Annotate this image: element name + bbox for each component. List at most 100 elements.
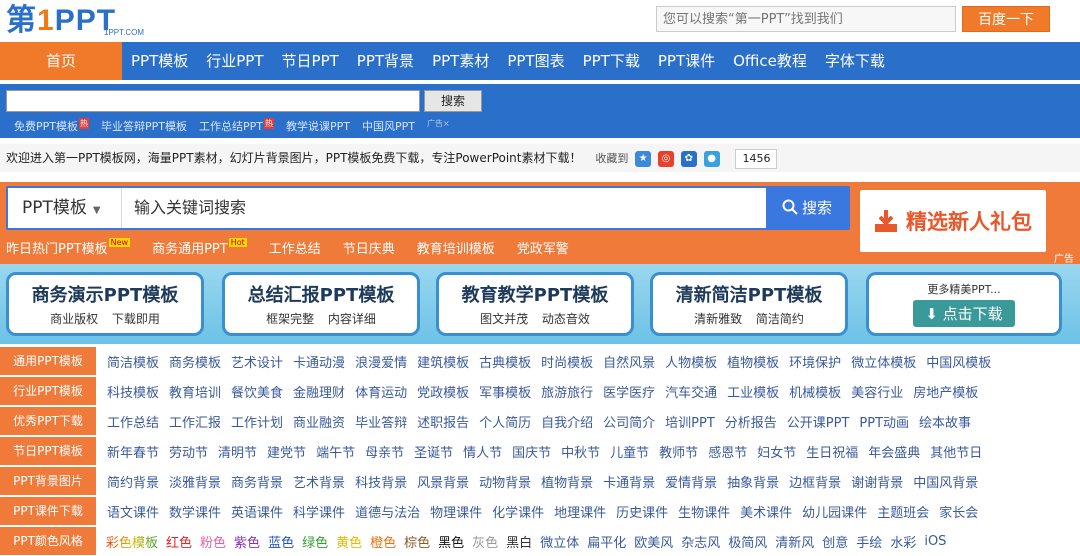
category-link[interactable]: 黑白 [506, 532, 532, 551]
category-link[interactable]: 绿色 [302, 532, 328, 551]
quick-link[interactable]: 中国风PPT [362, 118, 415, 134]
category-link[interactable]: 地理课件 [554, 502, 606, 521]
category-link[interactable]: 微立体 [540, 532, 579, 551]
category-link[interactable]: 毕业答辩 [355, 412, 407, 431]
category-link[interactable]: 自然风景 [603, 352, 655, 371]
banner-card-fresh[interactable]: 清新简洁PPT模板 清新雅致 简洁简约 [650, 272, 848, 336]
category-link[interactable]: 化学课件 [492, 502, 544, 521]
category-link[interactable]: 中国风背景 [913, 472, 978, 491]
category-link[interactable]: 体育运动 [355, 382, 407, 401]
category-link[interactable]: 绘本故事 [919, 412, 971, 431]
category-link[interactable]: 母亲节 [365, 442, 404, 461]
category-link[interactable]: 情人节 [463, 442, 502, 461]
category-link[interactable]: 公开课PPT [787, 412, 850, 431]
category-link[interactable]: 商业融资 [293, 412, 345, 431]
category-link[interactable]: PPT动画 [859, 412, 909, 431]
hot-link[interactable]: 教育培训模板 [417, 238, 495, 257]
category-link[interactable]: 时尚模板 [541, 352, 593, 371]
top-search-input[interactable] [656, 6, 956, 32]
quick-link[interactable]: 工作总结PPT 热 [199, 118, 274, 134]
category-link[interactable]: 灰色 [472, 532, 498, 551]
category-link[interactable]: 动物背景 [479, 472, 531, 491]
hot-link[interactable]: 商务通用PPT Hot [152, 238, 247, 257]
category-link[interactable]: 科技模板 [107, 382, 159, 401]
category-link[interactable]: 建党节 [267, 442, 306, 461]
nav-item[interactable]: 行业PPT [197, 42, 272, 80]
category-label[interactable]: PPT课件下载 [0, 497, 96, 525]
qq-icon[interactable]: ● [703, 150, 720, 167]
category-link[interactable]: 创意 [822, 532, 848, 551]
category-link[interactable]: 新年春节 [107, 442, 159, 461]
main-search-button[interactable]: 搜索 [766, 188, 848, 228]
category-link[interactable]: 教育培训 [169, 382, 221, 401]
category-link[interactable]: 清新风 [775, 532, 814, 551]
category-link[interactable]: 党政模板 [417, 382, 469, 401]
category-link[interactable]: 工作计划 [231, 412, 283, 431]
category-link[interactable]: 国庆节 [512, 442, 551, 461]
category-link[interactable]: 微立体模板 [851, 352, 916, 371]
nav-item[interactable]: Office教程 [724, 42, 816, 80]
category-link[interactable]: 端午节 [316, 442, 355, 461]
category-link[interactable]: 清明节 [218, 442, 257, 461]
category-link[interactable]: 物理课件 [430, 502, 482, 521]
hot-link[interactable]: 昨日热门PPT模板 New [6, 238, 131, 257]
banner-card-summary[interactable]: 总结汇报PPT模板 框架完整 内容详细 [222, 272, 420, 336]
category-link[interactable]: 公司简介 [603, 412, 655, 431]
category-link[interactable]: 其他节日 [930, 442, 982, 461]
site-search-input[interactable] [6, 90, 420, 112]
category-link[interactable]: 彩色模板 [106, 532, 158, 551]
category-link[interactable]: 工作总结 [107, 412, 159, 431]
category-link[interactable]: 个人简历 [479, 412, 531, 431]
category-link[interactable]: 极简风 [728, 532, 767, 551]
category-link[interactable]: 橙色 [370, 532, 396, 551]
nav-item[interactable]: 字体下载 [816, 42, 894, 80]
category-link[interactable]: 扁平化 [587, 532, 626, 551]
category-link[interactable]: 卡通背景 [603, 472, 655, 491]
baidu-search-button[interactable]: 百度一下 [962, 6, 1050, 32]
banner-card-more[interactable]: 更多精美PPT... ⬇ 点击下载 [866, 272, 1062, 336]
nav-item[interactable]: PPT素材 [423, 42, 498, 80]
category-label[interactable]: 节日PPT模板 [0, 437, 96, 465]
category-link[interactable]: 述职报告 [417, 412, 469, 431]
category-link[interactable]: 圣诞节 [414, 442, 453, 461]
category-link[interactable]: 黄色 [336, 532, 362, 551]
site-logo[interactable]: 第1PPT 1PPT.COM [6, 2, 144, 38]
category-link[interactable]: 简洁模板 [107, 352, 159, 371]
category-link[interactable]: 爱情背景 [665, 472, 717, 491]
category-link[interactable]: 科学课件 [293, 502, 345, 521]
nav-item[interactable]: PPT图表 [498, 42, 573, 80]
category-link[interactable]: 历史课件 [616, 502, 668, 521]
category-label[interactable]: 通用PPT模板 [0, 347, 96, 375]
category-link[interactable]: 商务背景 [231, 472, 283, 491]
category-link[interactable]: 美容行业 [851, 382, 903, 401]
category-link[interactable]: 中秋节 [561, 442, 600, 461]
nav-home[interactable]: 首页 [0, 42, 122, 80]
category-link[interactable]: 黑色 [438, 532, 464, 551]
category-label[interactable]: 优秀PPT下载 [0, 407, 96, 435]
category-link[interactable]: 欧美风 [634, 532, 673, 551]
category-link[interactable]: 建筑模板 [417, 352, 469, 371]
banner-card-business[interactable]: 商务演示PPT模板 商业版权 下载即用 [6, 272, 204, 336]
nav-item[interactable]: PPT背景 [348, 42, 423, 80]
category-link[interactable]: 红色 [166, 532, 192, 551]
category-link[interactable]: iOS [924, 534, 946, 549]
category-link[interactable]: 军事模板 [479, 382, 531, 401]
category-link[interactable]: 边框背景 [789, 472, 841, 491]
category-link[interactable]: 植物背景 [541, 472, 593, 491]
category-link[interactable]: 生日祝福 [806, 442, 858, 461]
weibo-icon[interactable]: ◎ [657, 150, 674, 167]
category-link[interactable]: 粉色 [200, 532, 226, 551]
category-link[interactable]: 儿童节 [610, 442, 649, 461]
baidu-icon[interactable]: ✿ [680, 150, 697, 167]
hot-link[interactable]: 工作总结 [269, 238, 321, 257]
category-link[interactable]: 生物课件 [678, 502, 730, 521]
hot-link[interactable]: 党政军警 [517, 238, 569, 257]
category-link[interactable]: 手绘 [856, 532, 882, 551]
category-link[interactable]: 数学课件 [169, 502, 221, 521]
new-user-gift-button[interactable]: 精选新人礼包 [858, 188, 1048, 254]
category-link[interactable]: 家长会 [939, 502, 978, 521]
category-link[interactable]: 工业模板 [727, 382, 779, 401]
hot-link[interactable]: 节日庆典 [343, 238, 395, 257]
category-link[interactable]: 金融理财 [293, 382, 345, 401]
category-link[interactable]: 棕色 [404, 532, 430, 551]
